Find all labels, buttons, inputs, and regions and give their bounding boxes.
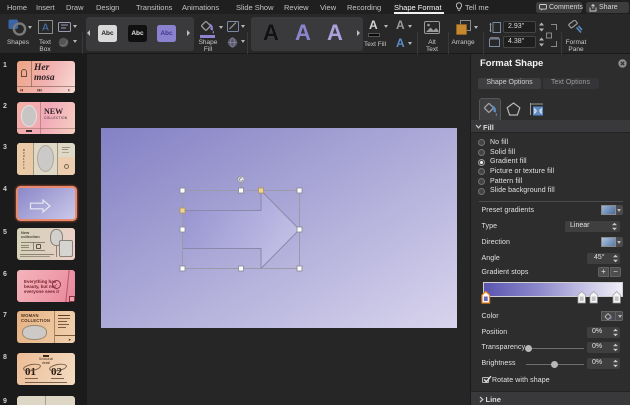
svg-text:A: A [42, 23, 49, 34]
